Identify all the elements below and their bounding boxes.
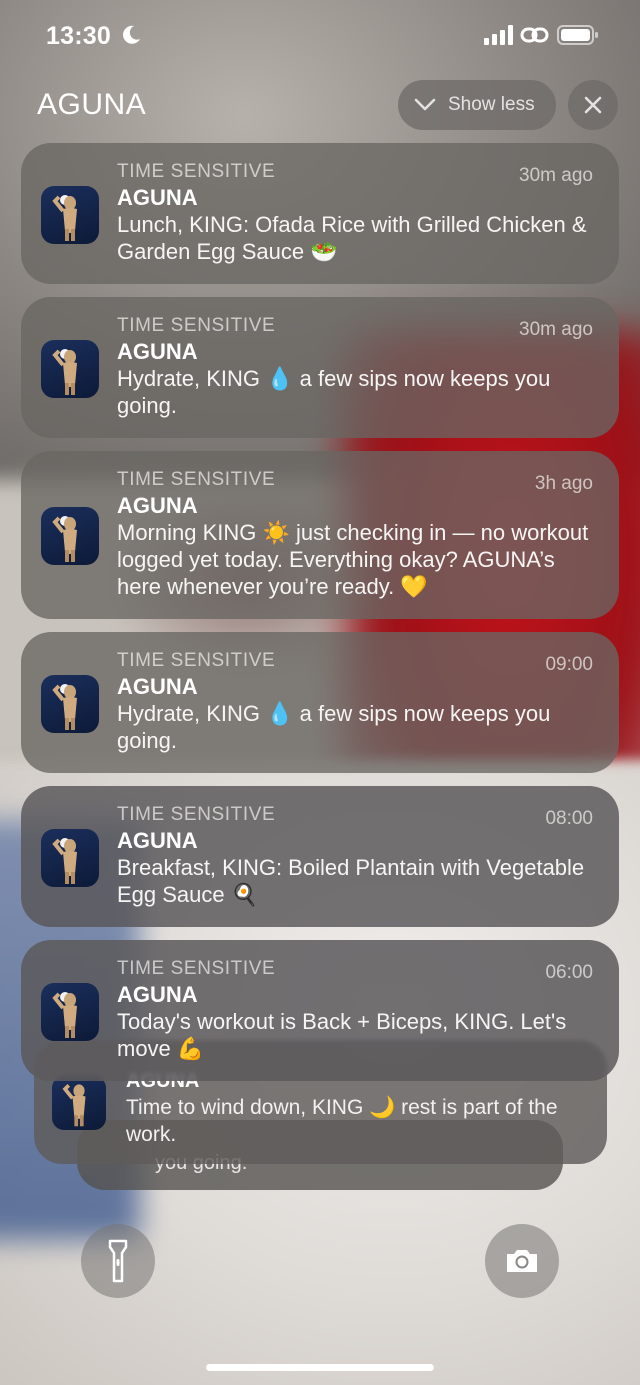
notification-time: 06:00 xyxy=(545,962,593,983)
cellular-signal-icon xyxy=(484,25,513,45)
notification-card[interactable]: TIME SENSITIVE 06:00 AGUNA Today's worko… xyxy=(21,940,619,1081)
close-icon xyxy=(584,96,602,114)
app-icon xyxy=(41,507,99,565)
time-sensitive-label: TIME SENSITIVE xyxy=(117,315,276,336)
notification-app-name: AGUNA xyxy=(117,185,198,210)
notification-card[interactable]: TIME SENSITIVE 30m ago AGUNA Hydrate, KI… xyxy=(21,297,619,438)
notification-time: 08:00 xyxy=(545,808,593,829)
status-time: 13:30 xyxy=(46,22,111,50)
app-icon xyxy=(52,1076,106,1130)
notification-group-title: AGUNA xyxy=(37,88,147,121)
time-sensitive-label: TIME SENSITIVE xyxy=(117,469,276,490)
time-sensitive-label: TIME SENSITIVE xyxy=(117,804,276,825)
time-sensitive-label: TIME SENSITIVE xyxy=(117,958,276,979)
notification-card[interactable]: TIME SENSITIVE 09:00 AGUNA Hydrate, KING… xyxy=(21,632,619,773)
focus-moon-icon xyxy=(123,25,140,44)
home-indicator[interactable] xyxy=(206,1364,434,1371)
notification-message: Hydrate, KING 💧 a few sips now keeps you… xyxy=(117,366,551,418)
notification-time: 3h ago xyxy=(534,473,593,494)
notification-message: Lunch, KING: Ofada Rice with Grilled Chi… xyxy=(117,212,587,264)
notification-app-name: AGUNA xyxy=(117,339,198,364)
show-less-label: Show less xyxy=(448,94,535,115)
clear-group-button[interactable] xyxy=(568,80,618,130)
notification-card[interactable]: TIME SENSITIVE 3h ago AGUNA Morning KING… xyxy=(21,451,619,619)
notification-message: Hydrate, KING 💧 a few sips now keeps you… xyxy=(117,701,551,753)
time-sensitive-label: TIME SENSITIVE xyxy=(117,161,276,182)
flashlight-icon xyxy=(108,1239,128,1283)
stacked-message: Time to wind down, KING 🌙 rest is part o… xyxy=(126,1096,558,1146)
notification-time: 30m ago xyxy=(519,165,593,186)
app-icon xyxy=(41,186,99,244)
notification-message: Today's workout is Back + Biceps, KING. … xyxy=(117,1009,567,1061)
show-less-button[interactable]: Show less xyxy=(398,80,556,130)
notification-app-name: AGUNA xyxy=(117,828,198,853)
notification-app-name: AGUNA xyxy=(117,674,198,699)
time-sensitive-label: TIME SENSITIVE xyxy=(117,650,276,671)
status-bar: 13:30 xyxy=(0,18,640,58)
notification-message: Breakfast, KING: Boiled Plantain with Ve… xyxy=(117,855,585,907)
flashlight-button[interactable] xyxy=(81,1224,155,1298)
chevron-down-icon xyxy=(414,98,436,111)
notification-app-name: AGUNA xyxy=(117,982,198,1007)
app-icon xyxy=(41,983,99,1041)
notification-time: 09:00 xyxy=(545,654,593,675)
app-icon xyxy=(41,829,99,887)
notification-card[interactable]: TIME SENSITIVE 08:00 AGUNA Breakfast, KI… xyxy=(21,786,619,927)
app-icon xyxy=(41,340,99,398)
camera-icon xyxy=(507,1250,537,1272)
battery-icon xyxy=(557,25,598,45)
notification-card[interactable]: TIME SENSITIVE 30m ago AGUNA Lunch, KING… xyxy=(21,143,619,284)
app-icon xyxy=(41,675,99,733)
notification-message: Morning KING ☀️ just checking in — no wo… xyxy=(117,520,589,599)
personal-hotspot-icon xyxy=(520,27,549,43)
camera-button[interactable] xyxy=(485,1224,559,1298)
notification-time: 30m ago xyxy=(519,319,593,340)
notification-app-name: AGUNA xyxy=(117,493,198,518)
